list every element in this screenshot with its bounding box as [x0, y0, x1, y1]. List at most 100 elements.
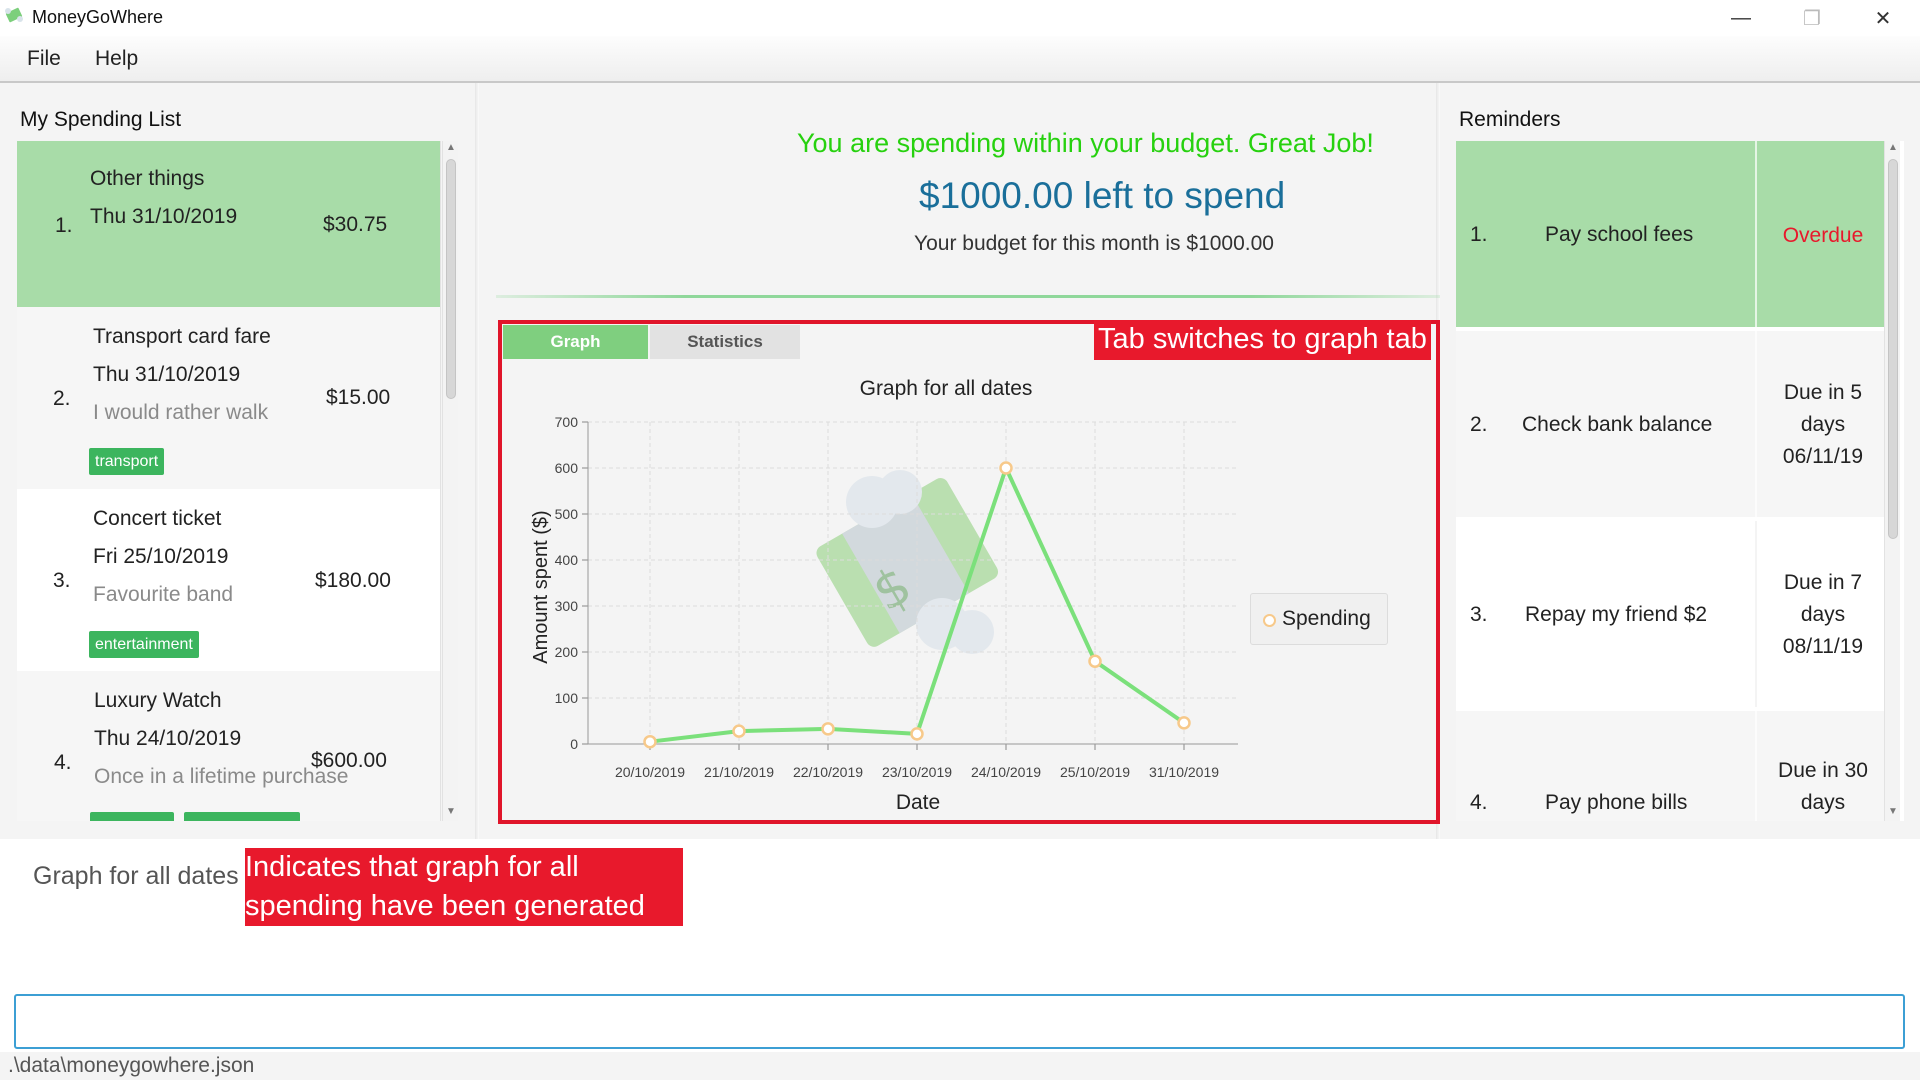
y-tick-label: 300	[555, 598, 579, 614]
spending-list[interactable]: Other things 1. Thu 31/10/2019 $30.75 Tr…	[17, 141, 441, 821]
data-point	[643, 734, 657, 749]
spending-item[interactable]: Concert ticket Fri 25/10/2019 3. $180.00…	[17, 489, 441, 671]
annotation-result-line: Indicates that graph for all	[245, 851, 579, 883]
scroll-up-arrow-icon[interactable]: ▲	[1885, 141, 1901, 155]
reminder-description: Pay school fees	[1545, 223, 1694, 246]
spending-amount: $15.00	[326, 386, 391, 409]
reminder-due-line: Due in 7	[1783, 571, 1863, 594]
monthly-budget: Your budget for this month is $1000.00	[914, 232, 1274, 255]
x-tick-label: 21/10/2019	[704, 764, 774, 780]
title-bar: MoneyGoWhere — ❐ ✕	[0, 0, 1920, 36]
annotation-result: Indicates that graph for all spending ha…	[245, 848, 683, 926]
reminder-description: Check bank balance	[1522, 413, 1713, 436]
minimize-button[interactable]: —	[1706, 0, 1776, 36]
x-tick-label: 23/10/2019	[882, 764, 952, 780]
spending-index: 2.	[53, 387, 71, 410]
status-bar	[0, 1052, 1920, 1080]
spending-amount: $30.75	[323, 213, 388, 236]
reminder-item[interactable]: 2. Check bank balance Due in 5 days 06/1…	[1456, 331, 1888, 517]
reminder-due: Due in 30 days	[1758, 755, 1888, 819]
spending-amount: $180.00	[315, 569, 391, 592]
tab-graph[interactable]: Graph	[503, 325, 648, 359]
tab-statistics[interactable]: Statistics	[650, 325, 800, 359]
reminder-due: Due in 5 days 06/11/19	[1758, 377, 1888, 473]
annotation-result-line: spending have been generated	[245, 890, 645, 922]
scrollbar-thumb[interactable]	[446, 159, 456, 399]
spending-remark: I would rather walk	[93, 401, 269, 424]
reminder-due-line: days	[1800, 603, 1846, 626]
spending-date: Fri 25/10/2019	[93, 545, 229, 568]
reminder-item[interactable]: 4. Pay phone bills Due in 30 days	[1456, 711, 1888, 821]
reminder-due: Overdue	[1758, 220, 1888, 252]
scroll-down-arrow-icon[interactable]: ▼	[443, 805, 459, 819]
spending-name: Concert ticket	[93, 507, 222, 530]
y-tick-label: 0	[570, 736, 578, 752]
x-tick-label: 24/10/2019	[971, 764, 1041, 780]
x-axis-label: Date	[896, 791, 940, 814]
spending-remark: Favourite band	[93, 583, 234, 606]
spending-remark: Once in a lifetime purchase	[94, 765, 349, 788]
reminders-scrollbar[interactable]: ▲ ▼	[1884, 141, 1900, 821]
reminder-due-line: Overdue	[1782, 224, 1864, 247]
data-point	[1177, 716, 1191, 730]
spending-item[interactable]: Luxury Watch Thu 24/10/2019 4. $600.00 O…	[17, 671, 441, 821]
reminders-list[interactable]: 1. Pay school fees Overdue 2. Check bank…	[1456, 141, 1904, 821]
y-tick-label: 500	[555, 506, 579, 522]
reminder-index: 2.	[1470, 413, 1488, 436]
reminder-item[interactable]: 1. Pay school fees Overdue	[1456, 141, 1888, 327]
maximize-button[interactable]: ❐	[1777, 0, 1847, 36]
chart-title: Graph for all dates	[860, 377, 1033, 400]
budget-status-message: You are spending within your budget. Gre…	[797, 128, 1374, 158]
storage-path: .\data\moneygowhere.json	[8, 1054, 255, 1077]
legend-label: Spending	[1282, 607, 1371, 630]
x-tick-label: 20/10/2019	[615, 764, 685, 780]
y-axis-label: Amount spent ($)	[530, 510, 552, 663]
y-tick-label: 700	[555, 414, 579, 430]
y-tick-label: 200	[555, 644, 579, 660]
menu-file[interactable]: File	[27, 47, 61, 71]
spending-date: Thu 31/10/2019	[90, 205, 238, 228]
left-divider[interactable]	[475, 83, 479, 839]
spending-name: Luxury Watch	[94, 689, 222, 712]
reminder-due-line: days	[1800, 413, 1846, 436]
x-tick-label: 22/10/2019	[793, 764, 863, 780]
y-tick-label: 100	[555, 690, 579, 706]
legend-marker-icon	[1263, 614, 1276, 627]
spending-list-scrollbar[interactable]: ▲ ▼	[442, 141, 458, 821]
menu-bar: File Help	[0, 36, 1920, 83]
reminder-index: 3.	[1470, 603, 1488, 626]
spending-date: Thu 31/10/2019	[93, 363, 241, 386]
scrollbar-thumb[interactable]	[1888, 159, 1898, 539]
spending-item[interactable]: Other things 1. Thu 31/10/2019 $30.75	[17, 141, 441, 307]
app-logo-icon	[5, 7, 23, 23]
separator	[496, 295, 1440, 298]
spending-date: Thu 24/10/2019	[94, 727, 242, 750]
tag	[90, 812, 174, 821]
reminders-title: Reminders	[1459, 108, 1561, 131]
reminder-due-line: days	[1800, 791, 1846, 814]
x-tick-label: 25/10/2019	[1060, 764, 1130, 780]
spending-line-chart: $ 010020030040050060070020/10/2019 21/10/…	[530, 377, 1238, 814]
command-input[interactable]	[14, 994, 1905, 1049]
y-tick-label: 400	[555, 552, 579, 568]
reminder-index: 1.	[1470, 223, 1488, 246]
tag-transport: transport	[89, 448, 165, 475]
data-point	[1088, 654, 1102, 668]
scroll-down-arrow-icon[interactable]: ▼	[1885, 805, 1901, 819]
menu-help[interactable]: Help	[95, 47, 138, 71]
spending-list-title: My Spending List	[20, 108, 182, 131]
close-button[interactable]: ✕	[1848, 0, 1918, 36]
spending-item[interactable]: Transport card fare Thu 31/10/2019 2. $1…	[17, 307, 441, 489]
spending-name: Transport card fare	[93, 325, 271, 348]
result-text: Graph for all dates	[33, 862, 239, 890]
y-tick-label: 600	[555, 460, 579, 476]
reminder-index: 4.	[1470, 791, 1488, 814]
reminder-due: Due in 7 days 08/11/19	[1758, 567, 1888, 663]
annotation-tab: Tab switches to graph tab	[1094, 320, 1431, 360]
spending-index: 1.	[55, 214, 73, 237]
tag	[184, 812, 300, 821]
scroll-up-arrow-icon[interactable]: ▲	[443, 141, 459, 155]
reminder-item[interactable]: 3. Repay my friend $2 Due in 7 days 08/1…	[1456, 521, 1888, 707]
reminder-description: Repay my friend $2	[1525, 603, 1708, 626]
left-to-spend: $1000.00 left to spend	[919, 175, 1286, 216]
